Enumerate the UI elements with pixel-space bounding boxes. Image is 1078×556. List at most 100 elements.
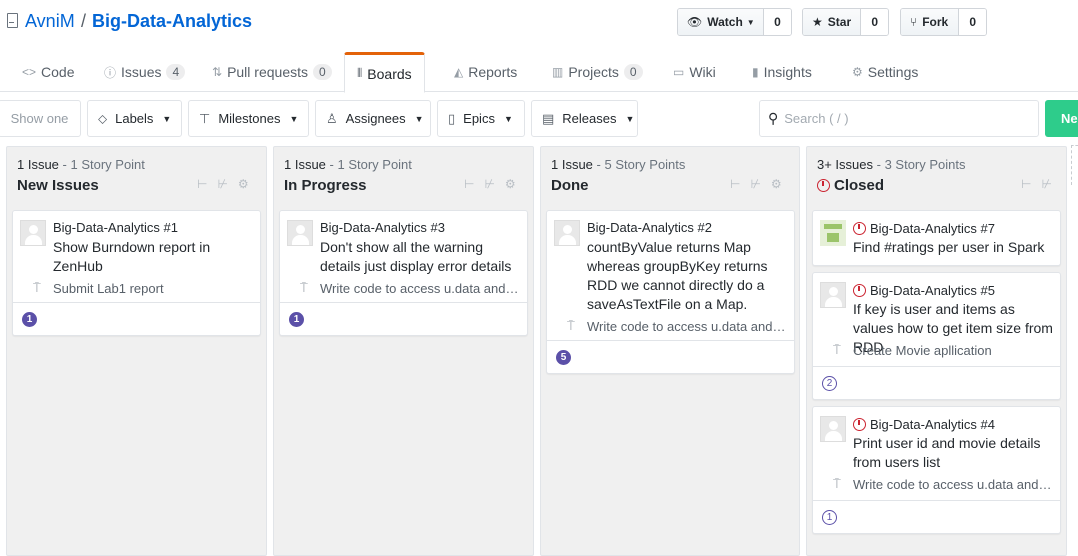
bar-graph-icon: ▮: [752, 65, 759, 79]
pipeline-story-points: - 1 Story Point: [58, 157, 145, 172]
assignees-filter[interactable]: ♙ Assignees ▼: [315, 100, 431, 137]
issue-card[interactable]: Big-Data-Analytics #4 Print user id and …: [812, 406, 1061, 534]
issue-title[interactable]: countByValue returns Map whereas groupBy…: [587, 238, 775, 314]
chevron-down-icon: ▼: [746, 17, 755, 27]
graph-icon: ◭: [454, 65, 464, 79]
issue-ref-text: Big-Data-Analytics #5: [870, 283, 995, 298]
labels-filter[interactable]: ⬦ Labels ▼: [87, 100, 182, 137]
fork-count[interactable]: 0: [959, 9, 986, 35]
fork-group: ⑂ Fork 0: [900, 8, 987, 36]
projects-counter: 0: [623, 64, 643, 80]
releases-filter-label: Releases: [562, 111, 617, 126]
chevron-down-icon: ▼: [162, 113, 172, 124]
project-icon: ▥: [552, 65, 564, 79]
pipeline-title-text: Closed: [834, 177, 885, 194]
releases-filter[interactable]: ▤ Releases ▼: [531, 100, 638, 137]
star-count[interactable]: 0: [861, 9, 888, 35]
issue-epic[interactable]: Submit Lab1 report: [53, 281, 253, 296]
pipeline-tools[interactable]: ⊢⊬⚙: [197, 177, 259, 191]
issue-title[interactable]: Show Burndown report in ZenHub: [53, 238, 253, 276]
epics-filter[interactable]: ▯ Epics ▼: [437, 100, 525, 137]
issue-epic[interactable]: Write code to access u.data and f...: [853, 477, 1053, 492]
board-icon: ⦀: [357, 66, 363, 80]
pipeline-issue-count: 1 Issue: [284, 157, 326, 172]
labels-filter-label: Labels: [115, 111, 154, 126]
issue-title[interactable]: Print user id and movie details from use…: [853, 434, 1058, 472]
pipeline-story-points: - 1 Story Point: [325, 157, 412, 172]
issue-ref[interactable]: Big-Data-Analytics #7: [853, 220, 995, 236]
repo-separator: /: [81, 11, 87, 31]
pipeline-title: In Progress: [284, 177, 367, 194]
avatar: [20, 220, 46, 246]
epics-filter-label: Epics: [463, 111, 495, 126]
watch-button[interactable]: 👁 Watch ▼: [678, 9, 764, 35]
tab-pull-requests[interactable]: ⇅ Pull requests 0: [200, 52, 344, 92]
tag-icon: ⬦: [98, 110, 108, 126]
tab-boards[interactable]: ⦀ Boards: [344, 52, 425, 93]
issue-ref-text: Big-Data-Analytics #7: [870, 221, 995, 236]
star-button[interactable]: ★ Star: [803, 9, 862, 35]
issue-card[interactable]: Big-Data-Analytics #1 Show Burndown repo…: [12, 210, 261, 336]
issue-closed-icon: [853, 222, 866, 235]
watch-group: 👁 Watch ▼ 0: [677, 8, 792, 36]
issue-card[interactable]: Big-Data-Analytics #7 Find #ratings per …: [812, 210, 1061, 266]
pipeline-meta: 3+ Issues - 3 Story Points: [817, 157, 966, 172]
pipeline-tools[interactable]: ⊢⊬⚙: [730, 177, 792, 191]
issue-epic[interactable]: Create Movie apllication: [853, 343, 1053, 358]
pulls-counter: 0: [313, 64, 332, 80]
search-placeholder: Search ( / ): [784, 111, 849, 126]
pipeline-issue-count: 3+ Issues: [817, 157, 874, 172]
fork-button[interactable]: ⑂ Fork: [901, 9, 960, 35]
issues-counter: 4: [166, 64, 186, 80]
card-footer: 1: [813, 500, 1060, 533]
tab-insights[interactable]: ▮ Insights: [740, 52, 824, 92]
tab-issues[interactable]: ⓘ Issues 4: [92, 52, 197, 92]
chevron-down-icon: ▼: [503, 113, 513, 124]
pipeline-meta: 1 Issue - 1 Story Point: [17, 157, 145, 172]
issue-ref[interactable]: Big-Data-Analytics #4: [853, 416, 995, 432]
chevron-down-icon: ▼: [289, 113, 299, 124]
issue-title[interactable]: Find #ratings per user in Spark: [853, 238, 1058, 257]
milestones-filter[interactable]: ⊤ Milestones ▼: [188, 100, 309, 137]
new-issue-button[interactable]: Ne: [1045, 100, 1078, 137]
tab-code[interactable]: <> Code: [10, 52, 86, 92]
epic-icon: ⍑: [33, 280, 41, 295]
issue-card[interactable]: Big-Data-Analytics #2 countByValue retur…: [546, 210, 795, 374]
repo-owner-link[interactable]: AvniM: [25, 11, 75, 32]
issue-epic[interactable]: Write code to access u.data and f...: [587, 319, 787, 334]
tab-reports[interactable]: ◭ Reports: [442, 52, 529, 92]
pipeline-tools[interactable]: ⊢⊬⚙: [464, 177, 526, 191]
issue-card[interactable]: Big-Data-Analytics #3 Don't show all the…: [279, 210, 528, 336]
card-footer: 1: [280, 302, 527, 335]
issue-ref[interactable]: Big-Data-Analytics #5: [853, 282, 995, 298]
tab-settings[interactable]: ⚙ Settings: [840, 52, 930, 92]
repo-nav: <> Code ⓘ Issues 4 ⇅ Pull requests 0 ⦀ B…: [0, 52, 1078, 93]
avatar: [820, 220, 846, 246]
epic-icon: ⍑: [567, 318, 575, 333]
tab-projects[interactable]: ▥ Projects 0: [540, 52, 655, 92]
pipeline-story-points: - 5 Story Points: [592, 157, 686, 172]
repo-name-link[interactable]: Big-Data-Analytics: [92, 11, 252, 32]
issue-title[interactable]: Don't show all the warning details just …: [320, 238, 525, 276]
watch-count[interactable]: 0: [764, 9, 791, 35]
add-pipeline-placeholder[interactable]: [1071, 145, 1078, 185]
issue-ref[interactable]: Big-Data-Analytics #1: [53, 220, 178, 235]
issue-ref[interactable]: Big-Data-Analytics #2: [587, 220, 712, 235]
chevron-down-icon: ▼: [414, 113, 424, 124]
issue-card[interactable]: Big-Data-Analytics #5 If key is user and…: [812, 272, 1061, 400]
show-one-label: Show one: [10, 111, 69, 126]
avatar: [554, 220, 580, 246]
tab-wiki[interactable]: ▭ Wiki: [661, 52, 728, 92]
search-icon: ⚲: [768, 110, 779, 126]
pipeline-closed: 3+ Issues - 3 Story Points Closed ⊢⊬ Big…: [806, 146, 1067, 556]
search-input[interactable]: ⚲ Search ( / ): [759, 100, 1039, 137]
pipeline-meta: 1 Issue - 5 Story Points: [551, 157, 685, 172]
issue-ref[interactable]: Big-Data-Analytics #3: [320, 220, 445, 235]
issue-epic[interactable]: Write code to access u.data and f...: [320, 281, 520, 296]
tab-insights-label: Insights: [763, 64, 812, 80]
estimate-badge: 1: [22, 312, 37, 327]
show-one-toggle[interactable]: Show one: [0, 100, 81, 137]
epic-icon: ⍑: [300, 280, 308, 295]
release-icon: ▤: [542, 110, 555, 126]
pipeline-tools[interactable]: ⊢⊬: [1021, 177, 1062, 191]
